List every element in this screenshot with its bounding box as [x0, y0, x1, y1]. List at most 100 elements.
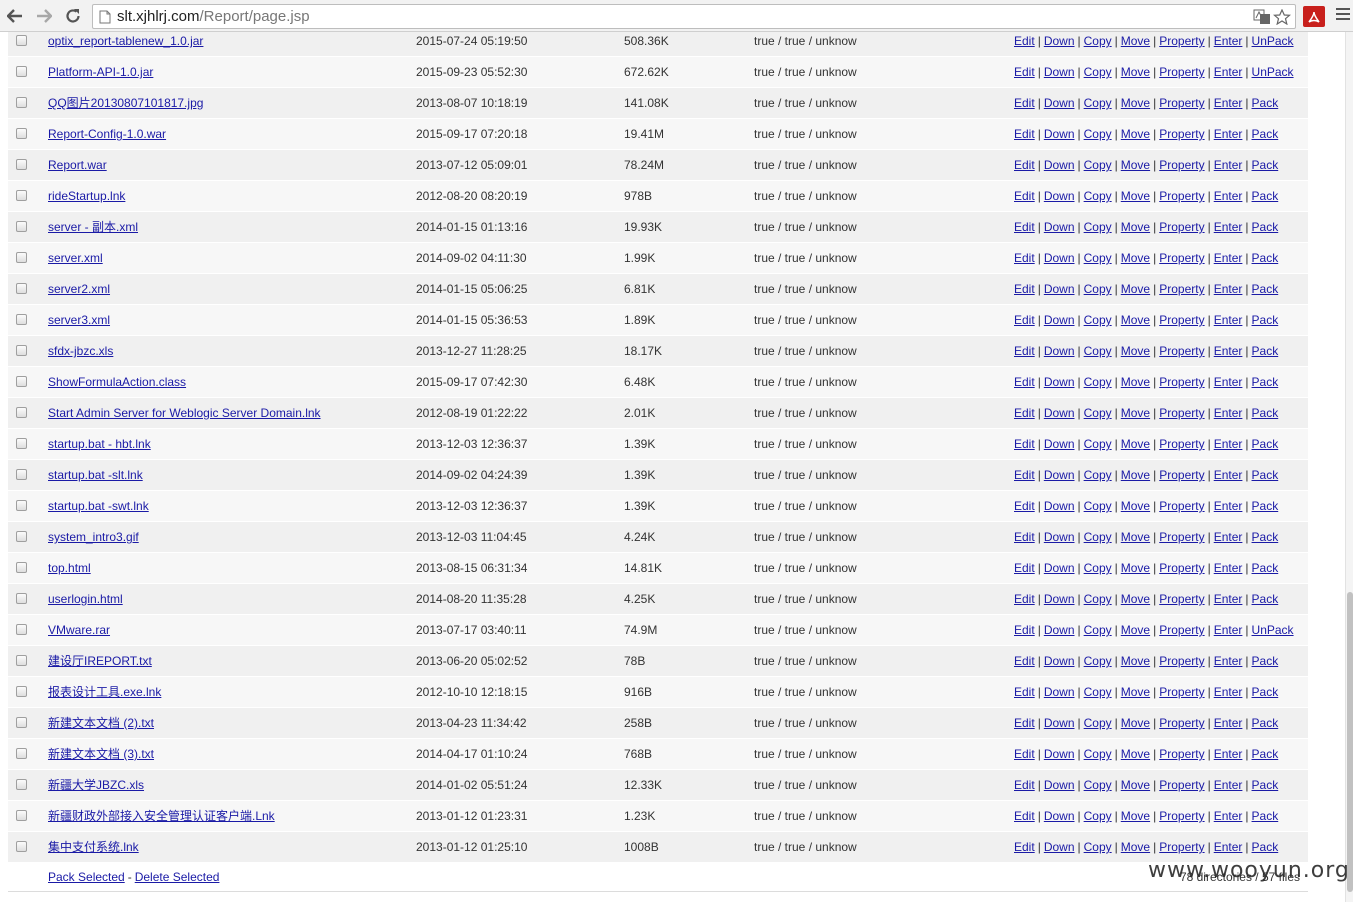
action-pack-toggle-link[interactable]: Pack — [1252, 716, 1279, 730]
file-name-link[interactable]: VMware.rar — [48, 623, 110, 637]
action-move-link[interactable]: Move — [1121, 840, 1150, 854]
action-edit-link[interactable]: Edit — [1014, 158, 1035, 172]
action-property-link[interactable]: Property — [1159, 561, 1204, 575]
action-edit-link[interactable]: Edit — [1014, 530, 1035, 544]
action-pack-toggle-link[interactable]: Pack — [1252, 96, 1279, 110]
action-property-link[interactable]: Property — [1159, 654, 1204, 668]
action-copy-link[interactable]: Copy — [1084, 499, 1112, 513]
action-pack-toggle-link[interactable]: Pack — [1252, 499, 1279, 513]
action-edit-link[interactable]: Edit — [1014, 499, 1035, 513]
reload-button[interactable] — [62, 5, 84, 27]
file-name-link[interactable]: sfdx-jbzc.xls — [48, 344, 113, 358]
action-down-link[interactable]: Down — [1044, 623, 1075, 637]
action-edit-link[interactable]: Edit — [1014, 561, 1035, 575]
action-down-link[interactable]: Down — [1044, 561, 1075, 575]
action-down-link[interactable]: Down — [1044, 375, 1075, 389]
action-down-link[interactable]: Down — [1044, 747, 1075, 761]
row-checkbox[interactable] — [16, 128, 27, 139]
translate-icon[interactable] — [1253, 9, 1271, 25]
row-checkbox[interactable] — [16, 469, 27, 480]
row-checkbox[interactable] — [16, 97, 27, 108]
action-move-link[interactable]: Move — [1121, 561, 1150, 575]
action-move-link[interactable]: Move — [1121, 406, 1150, 420]
action-edit-link[interactable]: Edit — [1014, 344, 1035, 358]
action-edit-link[interactable]: Edit — [1014, 840, 1035, 854]
action-enter-link[interactable]: Enter — [1214, 65, 1243, 79]
action-move-link[interactable]: Move — [1121, 530, 1150, 544]
action-down-link[interactable]: Down — [1044, 96, 1075, 110]
action-down-link[interactable]: Down — [1044, 592, 1075, 606]
action-property-link[interactable]: Property — [1159, 34, 1204, 48]
action-copy-link[interactable]: Copy — [1084, 778, 1112, 792]
file-name-link[interactable]: server2.xml — [48, 282, 110, 296]
action-enter-link[interactable]: Enter — [1214, 468, 1243, 482]
file-name-link[interactable]: Start Admin Server for Weblogic Server D… — [48, 406, 321, 420]
action-down-link[interactable]: Down — [1044, 282, 1075, 296]
row-checkbox[interactable] — [16, 35, 27, 46]
file-name-link[interactable]: 新建文本文档 (3).txt — [48, 747, 154, 761]
action-enter-link[interactable]: Enter — [1214, 437, 1243, 451]
action-pack-toggle-link[interactable]: Pack — [1252, 685, 1279, 699]
file-name-link[interactable]: server3.xml — [48, 313, 110, 327]
action-down-link[interactable]: Down — [1044, 406, 1075, 420]
action-move-link[interactable]: Move — [1121, 716, 1150, 730]
action-enter-link[interactable]: Enter — [1214, 220, 1243, 234]
action-enter-link[interactable]: Enter — [1214, 685, 1243, 699]
row-checkbox[interactable] — [16, 314, 27, 325]
row-checkbox[interactable] — [16, 593, 27, 604]
file-name-link[interactable]: 新疆大学JBZC.xls — [48, 778, 144, 792]
file-name-link[interactable]: QQ图片20130807101817.jpg — [48, 96, 203, 110]
action-property-link[interactable]: Property — [1159, 65, 1204, 79]
action-enter-link[interactable]: Enter — [1214, 623, 1243, 637]
action-pack-toggle-link[interactable]: Pack — [1252, 251, 1279, 265]
row-checkbox[interactable] — [16, 686, 27, 697]
action-edit-link[interactable]: Edit — [1014, 747, 1035, 761]
action-enter-link[interactable]: Enter — [1214, 127, 1243, 141]
action-copy-link[interactable]: Copy — [1084, 437, 1112, 451]
action-pack-toggle-link[interactable]: Pack — [1252, 344, 1279, 358]
action-move-link[interactable]: Move — [1121, 127, 1150, 141]
action-down-link[interactable]: Down — [1044, 716, 1075, 730]
action-property-link[interactable]: Property — [1159, 499, 1204, 513]
action-property-link[interactable]: Property — [1159, 344, 1204, 358]
action-copy-link[interactable]: Copy — [1084, 530, 1112, 544]
action-edit-link[interactable]: Edit — [1014, 716, 1035, 730]
action-property-link[interactable]: Property — [1159, 127, 1204, 141]
action-pack-toggle-link[interactable]: Pack — [1252, 747, 1279, 761]
action-pack-toggle-link[interactable]: UnPack — [1252, 65, 1294, 79]
action-enter-link[interactable]: Enter — [1214, 313, 1243, 327]
action-move-link[interactable]: Move — [1121, 158, 1150, 172]
action-pack-toggle-link[interactable]: Pack — [1252, 158, 1279, 172]
action-property-link[interactable]: Property — [1159, 685, 1204, 699]
action-enter-link[interactable]: Enter — [1214, 406, 1243, 420]
action-enter-link[interactable]: Enter — [1214, 344, 1243, 358]
action-enter-link[interactable]: Enter — [1214, 96, 1243, 110]
row-checkbox[interactable] — [16, 810, 27, 821]
action-edit-link[interactable]: Edit — [1014, 313, 1035, 327]
action-down-link[interactable]: Down — [1044, 344, 1075, 358]
action-property-link[interactable]: Property — [1159, 592, 1204, 606]
file-name-link[interactable]: Platform-API-1.0.jar — [48, 65, 153, 79]
action-edit-link[interactable]: Edit — [1014, 406, 1035, 420]
action-copy-link[interactable]: Copy — [1084, 654, 1112, 668]
scrollbar-thumb[interactable] — [1347, 592, 1353, 892]
row-checkbox[interactable] — [16, 376, 27, 387]
action-pack-toggle-link[interactable]: UnPack — [1252, 623, 1294, 637]
file-name-link[interactable]: server - 副本.xml — [48, 220, 138, 234]
delete-selected-link[interactable]: Delete Selected — [135, 870, 220, 884]
file-name-link[interactable]: 报表设计工具.exe.lnk — [48, 685, 161, 699]
action-pack-toggle-link[interactable]: Pack — [1252, 437, 1279, 451]
action-enter-link[interactable]: Enter — [1214, 592, 1243, 606]
action-down-link[interactable]: Down — [1044, 34, 1075, 48]
action-property-link[interactable]: Property — [1159, 747, 1204, 761]
action-enter-link[interactable]: Enter — [1214, 778, 1243, 792]
action-edit-link[interactable]: Edit — [1014, 623, 1035, 637]
action-copy-link[interactable]: Copy — [1084, 34, 1112, 48]
row-checkbox[interactable] — [16, 655, 27, 666]
action-move-link[interactable]: Move — [1121, 251, 1150, 265]
action-move-link[interactable]: Move — [1121, 654, 1150, 668]
action-down-link[interactable]: Down — [1044, 499, 1075, 513]
action-copy-link[interactable]: Copy — [1084, 344, 1112, 358]
action-enter-link[interactable]: Enter — [1214, 34, 1243, 48]
action-enter-link[interactable]: Enter — [1214, 716, 1243, 730]
